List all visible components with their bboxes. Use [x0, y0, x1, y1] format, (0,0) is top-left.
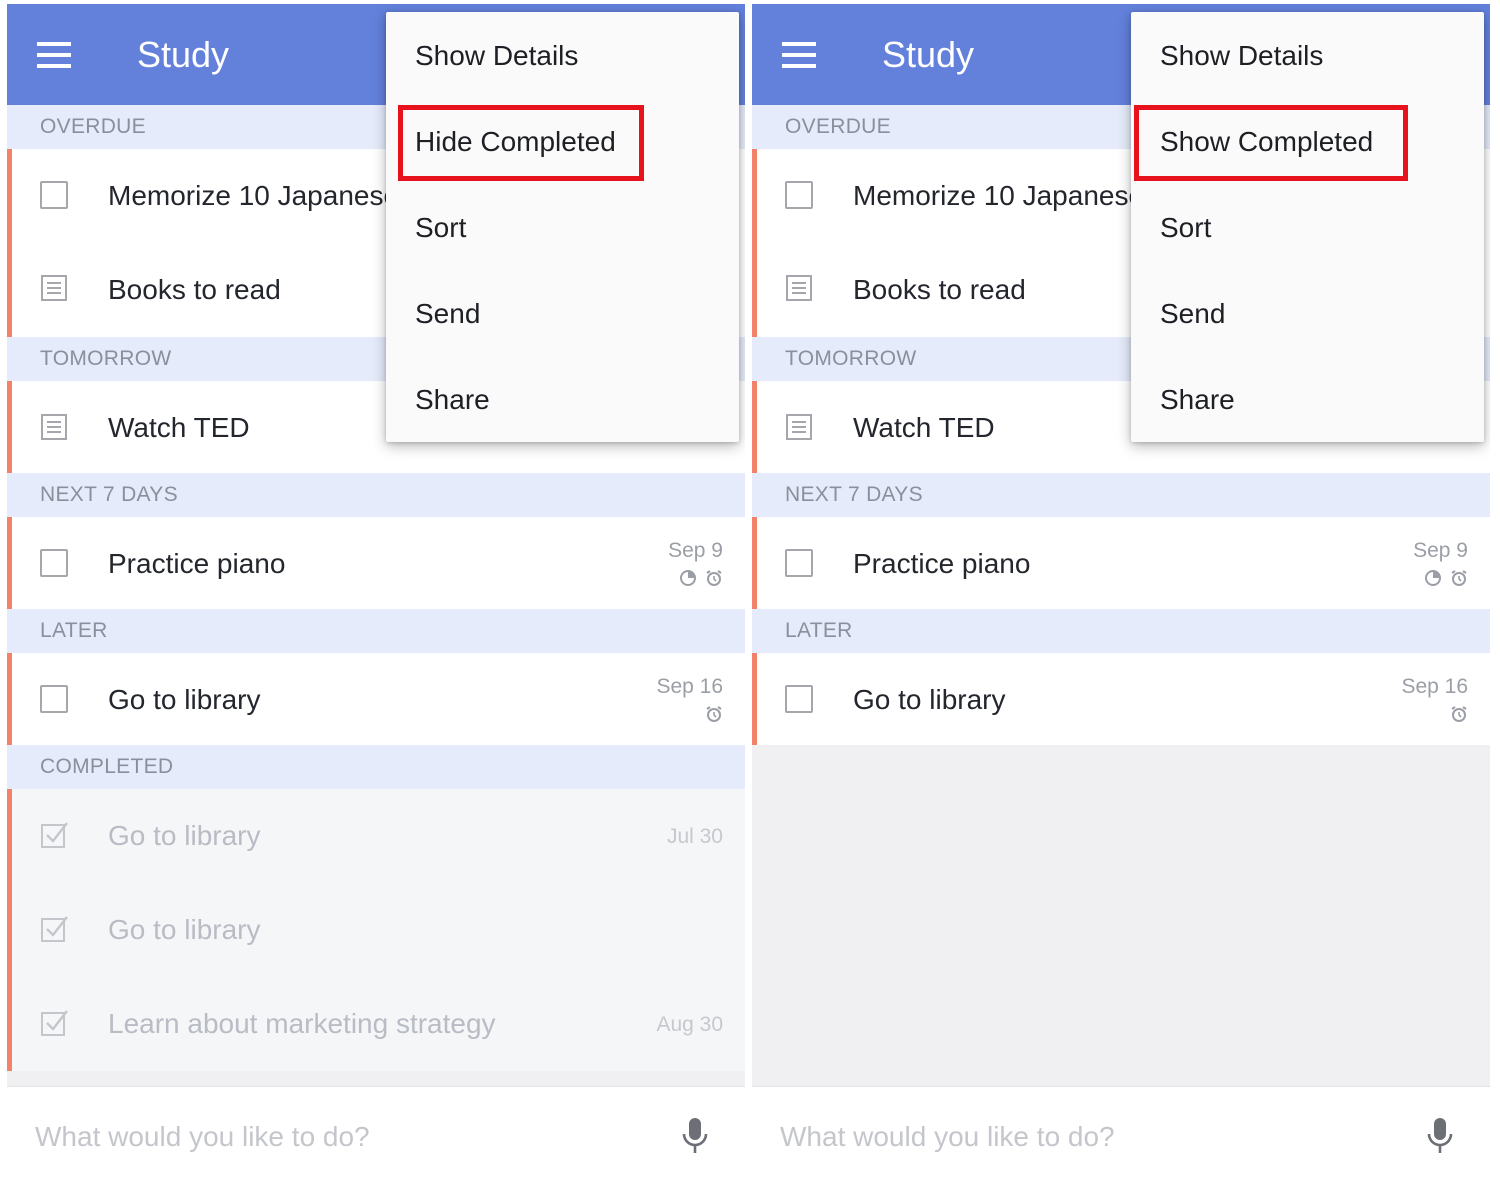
section-next7: NEXT 7 DAYS: [752, 473, 1490, 517]
overflow-menu: Show Details Hide Completed Sort Send Sh…: [386, 12, 739, 442]
phone-screen-right: Study OVERDUE Memorize 10 Japanese words…: [752, 4, 1490, 1188]
phone-screen-left: Study OVERDUE Memorize 10 Japanese words…: [7, 4, 745, 1188]
menu-sort[interactable]: Sort: [415, 212, 466, 244]
timer-icon: [679, 570, 696, 586]
task-icons: [701, 705, 723, 725]
list-title: Study: [882, 34, 975, 75]
input-bar: What would you like to do?: [7, 1086, 745, 1188]
checkbox-icon[interactable]: [785, 181, 813, 209]
mic-icon[interactable]: [681, 1117, 709, 1155]
section-completed: COMPLETED: [7, 745, 745, 789]
task-row-piano: Practice piano Sep 9: [752, 517, 1490, 609]
task-piano[interactable]: Practice piano: [853, 548, 1030, 580]
alarm-icon: [706, 570, 722, 586]
overflow-menu: Show Details Show Completed Sort Send Sh…: [1131, 12, 1484, 442]
section-later: LATER: [752, 609, 1490, 653]
checkbox-icon[interactable]: [785, 685, 813, 713]
checkbox-icon[interactable]: [40, 181, 68, 209]
checkbox-icon[interactable]: [40, 549, 68, 577]
menu-send[interactable]: Send: [1160, 298, 1225, 330]
completed-task[interactable]: Go to library: [108, 914, 261, 946]
task-icons: [675, 569, 723, 589]
menu-send[interactable]: Send: [415, 298, 480, 330]
task-date: Sep 9: [668, 539, 723, 562]
section-later: LATER: [7, 609, 745, 653]
completed-date: Jul 30: [666, 825, 723, 848]
checked-icon[interactable]: [40, 915, 68, 943]
task-books[interactable]: Books to read: [108, 274, 281, 306]
note-icon: [786, 414, 812, 440]
highlight-box: [1134, 105, 1408, 181]
task-library[interactable]: Go to library: [108, 684, 261, 716]
menu-share[interactable]: Share: [1160, 384, 1235, 416]
menu-show-details[interactable]: Show Details: [1160, 40, 1323, 72]
task-input[interactable]: What would you like to do?: [35, 1121, 370, 1153]
task-input[interactable]: What would you like to do?: [780, 1121, 1115, 1153]
note-icon: [41, 414, 67, 440]
menu-share[interactable]: Share: [415, 384, 490, 416]
task-date: Sep 16: [656, 675, 723, 698]
menu-show-details[interactable]: Show Details: [415, 40, 578, 72]
alarm-icon: [1451, 570, 1467, 586]
task-date: Sep 9: [1413, 539, 1468, 562]
checked-icon[interactable]: [40, 1009, 68, 1037]
task-books[interactable]: Books to read: [853, 274, 1026, 306]
input-bar: What would you like to do?: [752, 1086, 1490, 1188]
completed-task[interactable]: Learn about marketing strategy: [108, 1008, 496, 1040]
task-date: Sep 16: [1401, 675, 1468, 698]
task-row-library: Go to library Sep 16: [7, 653, 745, 745]
timer-icon: [1424, 570, 1441, 586]
highlight-box: [398, 105, 644, 181]
task-library[interactable]: Go to library: [853, 684, 1006, 716]
checked-icon[interactable]: [40, 821, 68, 849]
task-ted[interactable]: Watch TED: [853, 412, 995, 444]
menu-sort[interactable]: Sort: [1160, 212, 1211, 244]
completed-task[interactable]: Go to library: [108, 820, 261, 852]
list-title: Study: [137, 34, 230, 75]
mic-icon[interactable]: [1426, 1117, 1454, 1155]
completed-group: Go to library Jul 30 Go to library Learn…: [7, 789, 745, 1071]
menu-icon[interactable]: [37, 42, 77, 70]
note-icon: [786, 275, 812, 301]
task-icons: [1420, 569, 1468, 589]
task-piano[interactable]: Practice piano: [108, 548, 285, 580]
checkbox-icon[interactable]: [40, 685, 68, 713]
section-next7: NEXT 7 DAYS: [7, 473, 745, 517]
completed-date: Aug 30: [656, 1013, 723, 1036]
alarm-icon: [1451, 706, 1467, 722]
menu-icon[interactable]: [782, 42, 822, 70]
alarm-icon: [706, 706, 722, 722]
task-row-piano: Practice piano Sep 9: [7, 517, 745, 609]
checkbox-icon[interactable]: [785, 549, 813, 577]
note-icon: [41, 275, 67, 301]
task-row-library: Go to library Sep 16: [752, 653, 1490, 745]
task-ted[interactable]: Watch TED: [108, 412, 250, 444]
task-icons: [1446, 705, 1468, 725]
